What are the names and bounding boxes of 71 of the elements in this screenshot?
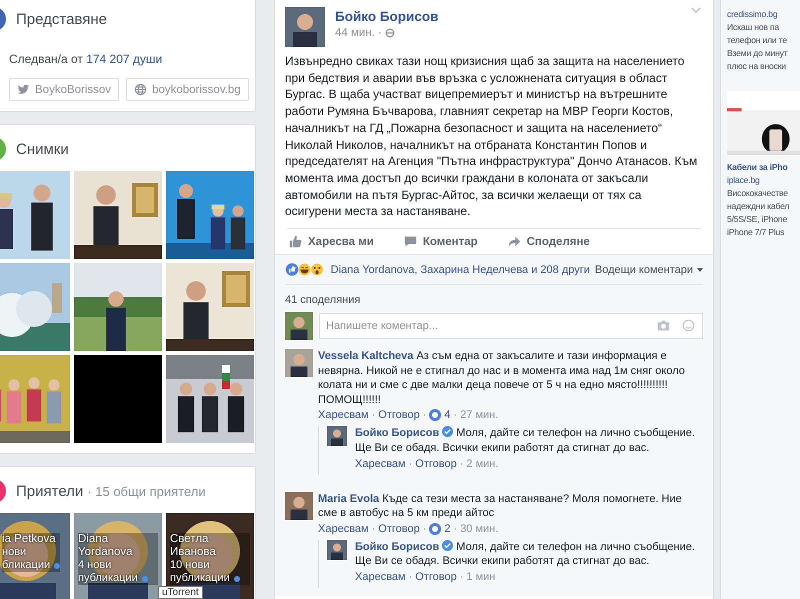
- update-count: 4 нови: [78, 559, 112, 572]
- separator-dot: ·: [454, 522, 458, 535]
- ad-text: телефон или те: [727, 34, 787, 47]
- globe-icon: [384, 28, 395, 38]
- ad-text: надеждни кабел: [727, 200, 790, 213]
- separator-dot: ·: [372, 522, 376, 535]
- action-button[interactable]: Споделяне: [506, 233, 592, 250]
- update-count: 10 нови: [170, 559, 210, 572]
- ad-domain[interactable]: iplace.bg: [727, 174, 760, 187]
- separator-dot: ·: [422, 522, 426, 535]
- reply-text: Бойко Борисов Моля, дайте си телефон на лично съобщение. Ще Ви се обадя. Всички екипи работят да стигнат до вас.: [355, 540, 696, 569]
- caret-icon: [697, 268, 703, 272]
- ad-text: Вземи до минут: [727, 47, 788, 60]
- comment-author[interactable]: Бойко Борисов: [355, 427, 440, 440]
- shares-count[interactable]: 41 споделяния: [285, 285, 703, 312]
- reply-link[interactable]: Отговор: [415, 570, 457, 583]
- speech-bubble-icon: [404, 235, 417, 248]
- ad-text: плюс на вноски: [727, 60, 786, 73]
- update-label: публикации: [78, 572, 138, 585]
- followers-text: Следван/а от 174 207 души: [9, 52, 164, 66]
- bird-icon: [17, 83, 30, 96]
- reply-link[interactable]: Отговор: [415, 458, 457, 470]
- separator-dot: ·: [408, 458, 412, 470]
- share-arrow-icon: [508, 235, 521, 248]
- update-label: бликации: [2, 559, 50, 572]
- globe-icon: [134, 83, 148, 96]
- reply-link[interactable]: Отговор: [378, 409, 420, 422]
- separator-dot: ·: [454, 409, 458, 422]
- separator-dot: ·: [422, 409, 426, 422]
- like-link[interactable]: Харесвам: [355, 458, 406, 470]
- like-link[interactable]: Харесвам: [355, 570, 406, 583]
- thumbs-up-icon: [289, 235, 302, 248]
- comment-author[interactable]: Vessela Kaltcheva: [318, 350, 414, 362]
- friend-name[interactable]: Diana Yordanova: [78, 533, 158, 559]
- author-name[interactable]: Бойко Борисов: [335, 9, 681, 24]
- comment-text: Maria Evola Къде са тези места за настаняване? Моля помогнете. Ние сме в автобус на 5 км преди айтос: [318, 492, 683, 521]
- ad-title[interactable]: Кабели за iPho: [727, 161, 788, 174]
- verified-badge-icon: [442, 540, 454, 551]
- ad-text: 5/5S/SE, iPhone: [727, 213, 788, 226]
- like-count[interactable]: 4: [444, 409, 451, 422]
- action-button[interactable]: Коментар: [402, 233, 480, 250]
- action-button[interactable]: Харесва ми: [287, 233, 376, 250]
- update-label: публикации: [170, 572, 230, 585]
- comment-text: Vessela Kaltcheva Аз съм една от закъсалите и тази информация е невярна. Никой не е стигнал до нас и в момента има над 1м сняг около колата ни и сме с две малки деца повече от 5 ч на едно място!!!!!!!!!! ПОМОЩ!!!!!!: [318, 349, 686, 408]
- like-link[interactable]: Харесвам: [318, 409, 369, 422]
- separator-dot: ·: [460, 570, 464, 583]
- reaction-icons[interactable]: [285, 262, 326, 278]
- section-title: Представяне: [16, 10, 107, 28]
- post-text: Извънредно свиках тази нощ кризисния щаб за защита на населението при бедствия и аварии във връзка с усложнената ситуация в област Бургас. В щаба участват вицепремиерът и министър на вътрешните работи Румяна Бъчварова, главният секретар на МВР Георги Костов, началникът на ГД „Пожарна безопасност и защита на населението“ Николай Николов, началникът на отбраната Константин Попов и председателят на Агенция "Пътна инфраструктура" Дончо Атанасов. Към момента има достъп до всички граждани в колоната от закъсали автомобили на пътя Бургас-Айтос, за всички желаещи от тях са осигурени места за настаняване.: [285, 53, 698, 220]
- separator-dot: ·: [378, 27, 382, 39]
- friends-count: · 15 общи приятели: [87, 484, 206, 498]
- separator-dot: ·: [460, 458, 464, 470]
- like-link[interactable]: Харесвам: [318, 522, 369, 535]
- separator-dot: ·: [408, 570, 412, 583]
- like-count[interactable]: 2: [444, 522, 451, 535]
- reactions-text[interactable]: Diana Yordanova, Захарина Неделчева и 208 други: [330, 264, 590, 276]
- update-count: нови: [2, 546, 28, 559]
- ad-text: iPhone 7/7 Plus: [727, 226, 784, 239]
- section-title: Снимки: [16, 140, 69, 158]
- ad-text: Висококачестве: [727, 187, 788, 200]
- reply-text: Бойко Борисов Моля, дайте си телефон на лично съобщение. Ще Ви се обадя. Всички екипи работят да стигнат до вас.: [355, 426, 696, 456]
- comment-author[interactable]: Maria Evola: [318, 492, 380, 505]
- separator-dot: ·: [372, 409, 376, 422]
- tooltip: uTorrent: [158, 586, 203, 599]
- ad-domain[interactable]: credissimo.bg: [727, 8, 778, 21]
- comment-author[interactable]: Бойко Борисов: [355, 540, 440, 553]
- ad-text: Искаш нов па: [727, 21, 779, 34]
- sort-dropdown[interactable]: Водещи коментари: [594, 264, 703, 276]
- section-title: Приятели: [16, 482, 84, 500]
- verified-badge-icon: [442, 426, 454, 438]
- reply-link[interactable]: Отговор: [378, 522, 420, 535]
